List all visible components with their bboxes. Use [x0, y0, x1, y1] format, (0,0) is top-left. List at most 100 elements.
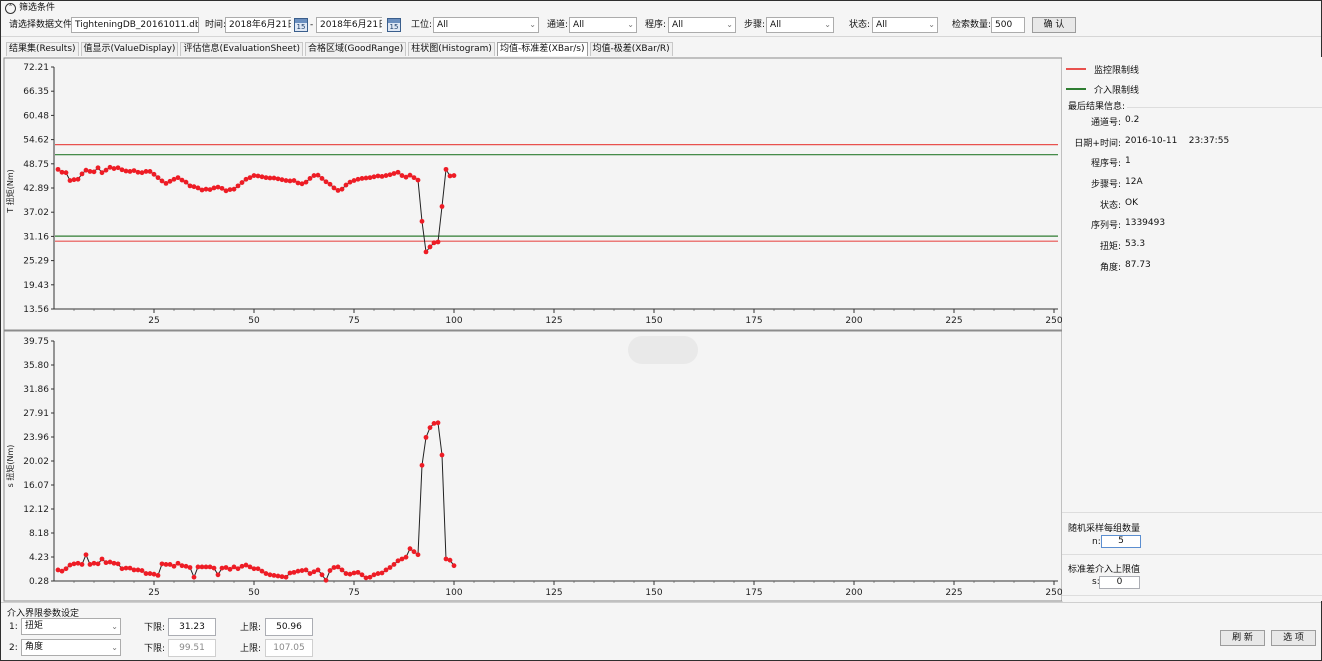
- mean-chart-x-tick-label: 200: [845, 316, 862, 326]
- station-select[interactable]: All ⌄: [433, 17, 539, 33]
- std-chart-data-point: [363, 575, 369, 581]
- std-chart-data-point: [447, 557, 453, 563]
- control-limit-legend-label: 监控限制线: [1094, 66, 1140, 76]
- confirm-button[interactable]: 确 认: [1032, 17, 1076, 33]
- mean-chart-data-point: [439, 204, 445, 209]
- mean-chart-x-tick-label: 75: [348, 316, 359, 326]
- tab-results[interactable]: 结果集(Results): [6, 42, 79, 56]
- mean-chart-data-point: [207, 187, 213, 192]
- std-chart-data-point: [115, 561, 121, 567]
- std-chart-data-point: [139, 568, 145, 573]
- mean-chart-data-point: [127, 169, 133, 174]
- date-from-picker[interactable]: 2018年6月21日: [225, 17, 291, 33]
- mean-chart-data-point: [199, 187, 205, 193]
- std-chart-data-point: [423, 434, 429, 440]
- mean-chart-data-point: [183, 179, 189, 185]
- chevron-down-icon: ⌄: [189, 20, 196, 29]
- mean-chart-data-point: [59, 169, 65, 175]
- mean-chart-data-point: [291, 178, 297, 183]
- tab-good-range[interactable]: 合格区域(GoodRange): [304, 42, 407, 56]
- mean-chart-data-point: [159, 178, 165, 184]
- mean-chart-data-point: [135, 169, 141, 175]
- mean-chart-data-point: [335, 188, 341, 193]
- mean-chart-y-tick-label: 66.35: [23, 87, 49, 97]
- mean-chart-data-point: [427, 244, 433, 250]
- param-1-select[interactable]: 扭矩 ⌄: [21, 618, 121, 635]
- std-chart-data-point: [439, 452, 445, 458]
- mean-chart-y-tick-label: 60.48: [23, 111, 49, 121]
- std-chart-data-point: [167, 562, 173, 567]
- mean-chart-data-point: [299, 181, 305, 187]
- mean-chart-data-point: [63, 170, 69, 176]
- param-1-lower-input[interactable]: 31.23: [168, 618, 216, 636]
- zoom-overlay: [628, 336, 698, 364]
- std-chart-y-tick-label: 4.23: [29, 553, 49, 563]
- tab-histogram[interactable]: 柱状图(Histogram): [408, 42, 495, 56]
- std-chart-data-point: [179, 563, 185, 569]
- file-select[interactable]: TighteningDB_20161011.db ⌄: [71, 17, 199, 33]
- mean-chart-y-tick-label: 31.16: [23, 232, 49, 242]
- tab-xbar-r[interactable]: 均值-极差(XBar/R): [589, 42, 673, 56]
- calendar-icon[interactable]: 15: [294, 18, 308, 32]
- mean-chart-data-point: [259, 174, 265, 180]
- param-2-lower-input: 99.51: [168, 639, 216, 657]
- datetime-label: 日期+时间:: [1074, 139, 1121, 149]
- std-chart-data-point: [415, 552, 421, 558]
- std-chart-data-point: [375, 571, 381, 576]
- param-1-upper-input[interactable]: 50.96: [265, 618, 313, 636]
- std-chart-data-point: [291, 569, 297, 575]
- options-button[interactable]: 选 项: [1271, 630, 1316, 646]
- std-chart-data-point: [351, 570, 357, 576]
- std-chart-data-point: [295, 568, 301, 574]
- std-chart-data-point: [175, 560, 181, 566]
- param-2-select[interactable]: 角度 ⌄: [21, 639, 121, 656]
- file-label: 请选择数据文件:: [9, 20, 76, 30]
- chevron-up-circle-icon[interactable]: ˄: [5, 3, 16, 14]
- tab-xbar-s[interactable]: 均值-标准差(XBar/s): [496, 42, 588, 56]
- mean-chart-data-point: [179, 177, 185, 183]
- std-chart-data-point: [255, 566, 261, 572]
- mean-chart-series-line: [57, 166, 455, 254]
- intervention-limit-legend-line: [1066, 88, 1086, 90]
- std-chart-data-point: [271, 573, 277, 578]
- calendar-icon[interactable]: 15: [387, 18, 401, 32]
- mean-chart-data-point: [279, 177, 285, 183]
- count-label: 检索数量:: [952, 20, 992, 30]
- channel-no-value: 0.2: [1125, 115, 1140, 125]
- std-chart-data-point: [159, 561, 165, 567]
- std-chart-series-line: [57, 422, 455, 582]
- mean-chart-x-tick-label: 150: [645, 316, 662, 326]
- mean-chart-data-point: [231, 186, 237, 192]
- std-chart-y-tick-label: 20.02: [23, 457, 49, 467]
- step-select[interactable]: All ⌄: [766, 17, 834, 33]
- n-label: n:: [1092, 537, 1101, 547]
- tab-evaluation-sheet[interactable]: 评估信息(EvaluationSheet): [180, 42, 303, 56]
- mean-chart-data-point: [447, 173, 453, 179]
- program-select[interactable]: All ⌄: [668, 17, 736, 33]
- channel-label: 通道:: [547, 20, 569, 30]
- std-chart-data-point: [187, 565, 193, 570]
- tab-value-display[interactable]: 值显示(ValueDisplay): [80, 42, 179, 56]
- channel-no-label: 通道号:: [1090, 118, 1121, 128]
- mean-chart-data-point: [103, 167, 109, 173]
- std-chart-data-point: [431, 420, 437, 426]
- mean-chart-data-point: [219, 185, 225, 191]
- std-chart-data-point: [143, 571, 149, 576]
- std-chart-data-point: [171, 563, 177, 569]
- status-label: 状态:: [849, 20, 871, 30]
- std-chart-data-point: [99, 556, 105, 562]
- mean-chart-data-point: [415, 177, 421, 183]
- s-input[interactable]: 0: [1099, 576, 1140, 589]
- status-select[interactable]: All ⌄: [872, 17, 938, 33]
- std-chart-data-point: [359, 572, 365, 578]
- mean-chart-data-point: [371, 174, 377, 180]
- mean-chart-data-point: [119, 167, 125, 173]
- channel-select[interactable]: All ⌄: [569, 17, 637, 33]
- mean-chart-data-point: [99, 170, 105, 176]
- std-chart-data-point: [127, 565, 133, 571]
- count-input[interactable]: 500: [991, 17, 1025, 33]
- mean-chart-data-point: [79, 171, 85, 177]
- refresh-button[interactable]: 刷 新: [1220, 630, 1265, 646]
- n-input[interactable]: 5: [1101, 535, 1141, 548]
- date-to-picker[interactable]: 2018年6月21日: [316, 17, 382, 33]
